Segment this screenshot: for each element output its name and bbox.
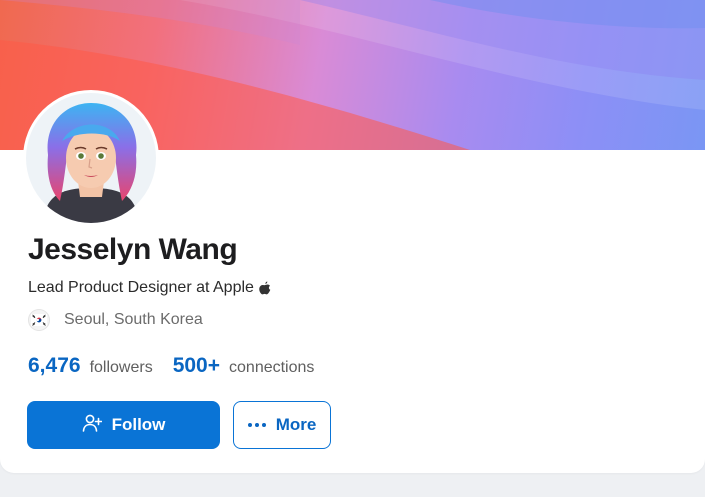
connections-label[interactable]: connections: [229, 359, 314, 377]
location-text: Seoul, South Korea: [64, 311, 203, 328]
profile-card: Jesselyn Wang Lead Product Designer at A…: [0, 0, 705, 473]
ellipsis-icon: [247, 423, 266, 427]
connections-count[interactable]: 500+: [173, 354, 220, 378]
apple-logo-icon: [259, 281, 271, 295]
followers-count[interactable]: 6,476: [28, 354, 81, 378]
profile-stats: 6,476 followers 500+ connections: [28, 354, 314, 378]
profile-location: Seoul, South Korea: [28, 309, 203, 331]
avatar[interactable]: [26, 93, 156, 223]
south-korea-flag-icon: [28, 309, 50, 331]
profile-headline: Lead Product Designer at Apple: [28, 279, 271, 297]
more-label: More: [275, 415, 317, 434]
follow-label: Follow: [111, 415, 166, 434]
more-button[interactable]: More: [233, 401, 331, 449]
profile-name: Jesselyn Wang: [28, 233, 238, 266]
headline-text: Lead Product Designer at Apple: [28, 279, 254, 296]
followers-label[interactable]: followers: [90, 359, 153, 377]
add-person-icon: [82, 414, 102, 437]
follow-button[interactable]: Follow: [27, 401, 220, 449]
